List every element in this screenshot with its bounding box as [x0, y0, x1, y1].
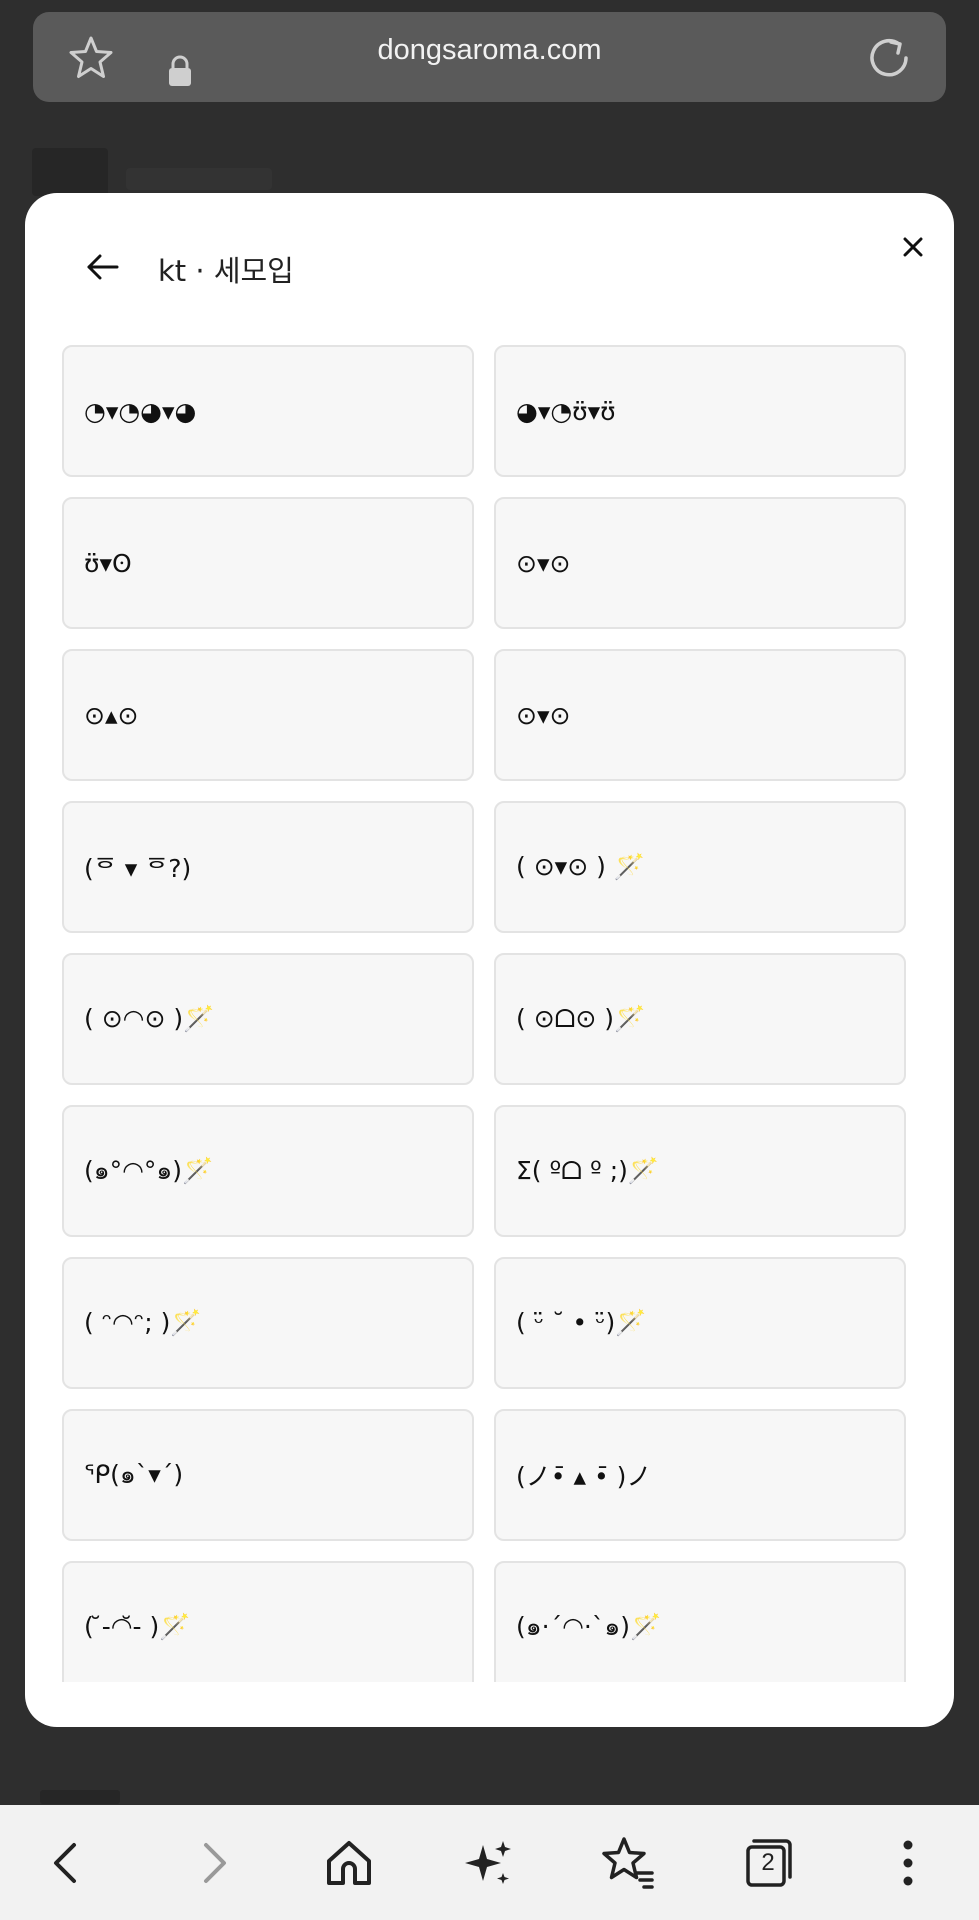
background-site-name [126, 168, 272, 190]
emoticon-card[interactable]: ( ⊙▾⊙ ) 🪄 [494, 801, 906, 933]
emoticon-modal: kt · 세모입 ◔▾◔◕▾◕ ◕▾◔ʊ̈▾ʊ̈ ʊ̈▾ʘ ⊙▾⊙ ⊙▴⊙ ⊙▾… [25, 193, 954, 1727]
modal-title: kt · 세모입 [158, 254, 294, 288]
emoticon-card[interactable]: ( ⊙ᗝ⊙ )🪄 [494, 953, 906, 1085]
emoticon-card[interactable]: ◔▾◔◕▾◕ [62, 345, 474, 477]
ai-sparkle-icon[interactable] [459, 1833, 519, 1893]
forward-chevron-icon[interactable] [182, 1833, 242, 1893]
emoticon-list[interactable]: ◔▾◔◕▾◕ ◕▾◔ʊ̈▾ʊ̈ ʊ̈▾ʘ ⊙▾⊙ ⊙▴⊙ ⊙▾⊙ (ᅙ ▾ ᅙ?… [62, 345, 912, 1682]
emoticon-card[interactable]: (ᅙ ▾ ᅙ?) [62, 801, 474, 933]
home-icon[interactable] [319, 1833, 379, 1893]
background-content [40, 1790, 120, 1804]
emoticon-card[interactable]: ᕿ(๑`▾´) [62, 1409, 474, 1541]
bookmarks-icon[interactable] [598, 1833, 658, 1893]
reload-icon[interactable] [865, 34, 913, 82]
emoticon-card[interactable]: (ノ•̄ ▴ •̄ )ノ [494, 1409, 906, 1541]
emoticon-card[interactable]: Σ( ºᗝ º ;)🪄 [494, 1105, 906, 1237]
emoticon-card[interactable]: (๑·´◠·`๑)🪄 [494, 1561, 906, 1682]
emoticon-card[interactable]: ( ᵔ◠ᵔ; )🪄 [62, 1257, 474, 1389]
emoticon-card[interactable]: ( ᵕ̈ ˘ • ᵕ̈)🪄 [494, 1257, 906, 1389]
back-arrow-icon[interactable] [81, 245, 125, 289]
emoticon-card[interactable]: ( ⊙◠⊙ )🪄 [62, 953, 474, 1085]
emoticon-card[interactable]: ʊ̈▾ʘ [62, 497, 474, 629]
emoticon-grid: ◔▾◔◕▾◕ ◕▾◔ʊ̈▾ʊ̈ ʊ̈▾ʘ ⊙▾⊙ ⊙▴⊙ ⊙▾⊙ (ᅙ ▾ ᅙ?… [62, 345, 912, 1682]
emoticon-card[interactable]: ⊙▴⊙ [62, 649, 474, 781]
emoticon-card[interactable]: ⊙▾⊙ [494, 649, 906, 781]
background-logo [32, 148, 108, 196]
back-chevron-icon[interactable] [38, 1833, 98, 1893]
browser-bottom-bar: 2 [0, 1805, 979, 1920]
url-text[interactable]: dongsaroma.com [33, 34, 946, 67]
browser-top-bar: dongsaroma.com [0, 0, 979, 115]
address-bar[interactable]: dongsaroma.com [33, 12, 946, 102]
tabs-button[interactable]: 2 [738, 1833, 798, 1893]
emoticon-card[interactable]: ( ̆-◠̆- )🪄 [62, 1561, 474, 1682]
emoticon-card[interactable]: ⊙▾⊙ [494, 497, 906, 629]
emoticon-card[interactable]: (๑°◠°๑)🪄 [62, 1105, 474, 1237]
tab-count: 2 [761, 1849, 775, 1876]
emoticon-card[interactable]: ◕▾◔ʊ̈▾ʊ̈ [494, 345, 906, 477]
close-icon[interactable] [893, 227, 933, 267]
more-menu-icon[interactable] [878, 1833, 938, 1893]
